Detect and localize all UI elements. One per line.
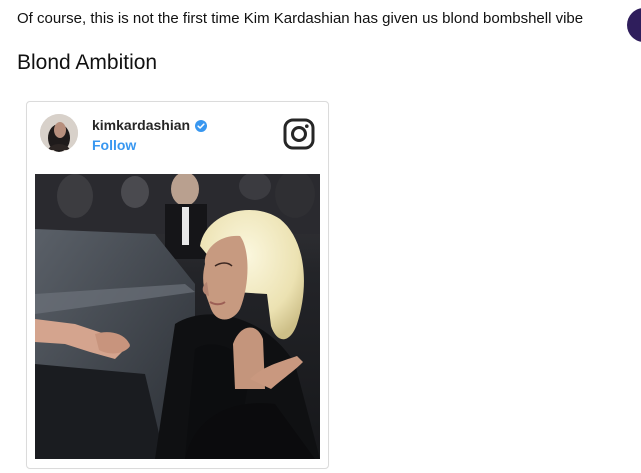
username-link[interactable]: kimkardashian <box>92 116 190 134</box>
section-heading: Blond Ambition <box>17 51 158 74</box>
instagram-photo[interactable] <box>35 174 320 459</box>
instagram-icon[interactable] <box>283 118 315 150</box>
floating-action-button[interactable] <box>627 8 641 42</box>
article-page: Of course, this is not the first time Ki… <box>0 0 641 473</box>
instagram-embed: kimkardashian Follow <box>26 101 329 469</box>
username-row: kimkardashian <box>92 116 208 134</box>
instagram-embed-header: kimkardashian Follow <box>27 102 328 174</box>
follow-button[interactable]: Follow <box>92 136 136 154</box>
intro-paragraph: Of course, this is not the first time Ki… <box>17 10 584 27</box>
avatar[interactable] <box>40 114 78 152</box>
verified-icon <box>195 119 208 132</box>
